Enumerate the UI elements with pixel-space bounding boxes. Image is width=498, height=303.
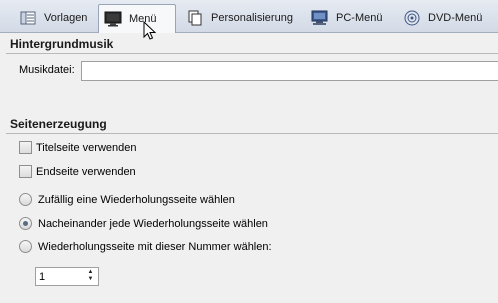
template-icon xyxy=(18,10,38,26)
sequential-radio-row[interactable]: Nacheinander jede Wiederholungsseite wäh… xyxy=(19,217,268,230)
section-title-music: Hintergrundmusik xyxy=(10,37,114,51)
music-file-input[interactable] xyxy=(81,61,498,81)
menu-settings-panel: Hintergrundmusik Musikdatei: Seitenerzeu… xyxy=(0,33,498,303)
dvd-disc-icon xyxy=(402,10,422,26)
tab-menu[interactable]: Menü xyxy=(98,4,176,33)
sequential-label: Nacheinander jede Wiederholungsseite wäh… xyxy=(38,217,268,230)
tab-label: PC-Menü xyxy=(336,12,383,24)
end-page-checkbox-row[interactable]: Endseite verwenden xyxy=(19,165,136,178)
copy-pages-icon xyxy=(185,10,205,26)
page-number-value[interactable]: 1 xyxy=(39,271,45,283)
number-radio[interactable] xyxy=(19,240,32,253)
tab-bar: Vorlagen Menü Personalisierung PC-Menü D… xyxy=(0,0,498,33)
sequential-radio[interactable] xyxy=(19,217,32,230)
stepper-up-icon[interactable]: ▲ xyxy=(84,269,97,276)
tab-personalisierung[interactable]: Personalisierung xyxy=(181,6,299,30)
title-page-label: Titelseite verwenden xyxy=(36,141,137,154)
number-label: Wiederholungsseite mit dieser Nummer wäh… xyxy=(38,240,272,253)
page-number-stepper[interactable]: 1 ▲ ▼ xyxy=(35,267,99,286)
stepper-down-icon[interactable]: ▼ xyxy=(84,276,97,283)
section-title-pages: Seitenerzeugung xyxy=(10,117,107,131)
music-file-label: Musikdatei: xyxy=(19,64,75,76)
number-radio-row[interactable]: Wiederholungsseite mit dieser Nummer wäh… xyxy=(19,240,272,253)
tab-dvd-menu[interactable]: DVD-Menü xyxy=(398,6,488,30)
tab-vorlagen[interactable]: Vorlagen xyxy=(14,6,93,30)
section-divider xyxy=(6,53,498,54)
pc-monitor-icon xyxy=(310,10,330,26)
end-page-label: Endseite verwenden xyxy=(36,165,136,178)
tab-label: DVD-Menü xyxy=(428,12,483,24)
monitor-icon xyxy=(103,11,123,27)
end-page-checkbox[interactable] xyxy=(19,165,32,178)
random-label: Zufällig eine Wiederholungsseite wählen xyxy=(38,193,235,206)
tab-pc-menu[interactable]: PC-Menü xyxy=(306,6,388,30)
title-page-checkbox-row[interactable]: Titelseite verwenden xyxy=(19,141,136,154)
tab-label: Vorlagen xyxy=(44,12,88,24)
random-radio-row[interactable]: Zufällig eine Wiederholungsseite wählen xyxy=(19,193,235,206)
random-radio[interactable] xyxy=(19,193,32,206)
tab-label: Personalisierung xyxy=(211,12,293,24)
section-divider xyxy=(6,133,498,134)
mouse-cursor-icon xyxy=(143,20,157,44)
title-page-checkbox[interactable] xyxy=(19,141,32,154)
